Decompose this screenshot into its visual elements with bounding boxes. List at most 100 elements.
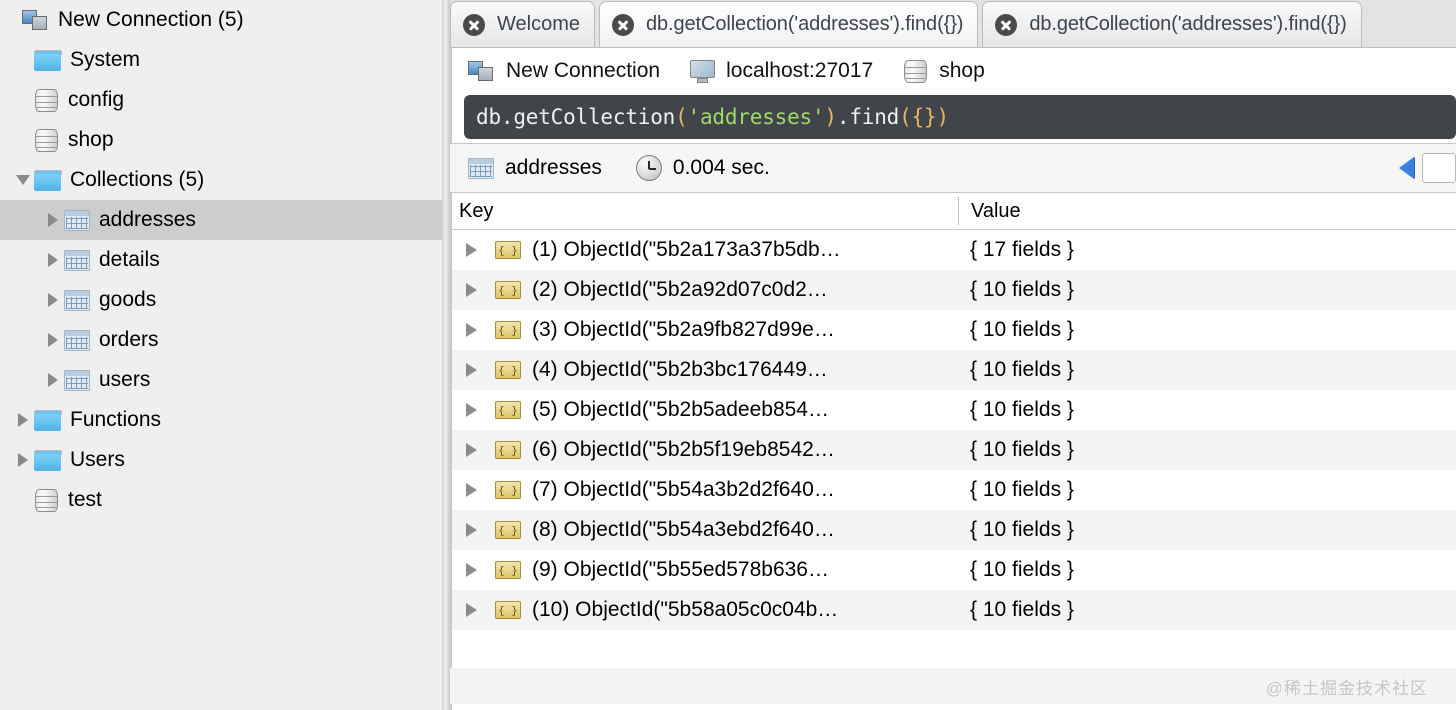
tab-query-1[interactable]: db.getCollection('addresses').find({}) <box>599 1 979 47</box>
query-token: ( <box>899 105 912 129</box>
chevron-right-icon[interactable] <box>42 360 64 400</box>
column-header-key[interactable]: Key <box>450 200 958 223</box>
prev-page-arrow-icon[interactable] <box>1399 157 1414 179</box>
row-key-label: (8) ObjectId("5b54a3ebd2f640… <box>532 517 835 541</box>
chevron-right-icon[interactable] <box>12 400 34 440</box>
breadcrumb-host-label: localhost:27017 <box>726 59 874 82</box>
table-body: { } (1) ObjectId("5b2a173a37b5db… { 17 fie… <box>450 230 1456 630</box>
result-timing: 0.004 sec. <box>635 155 770 181</box>
chevron-down-icon[interactable] <box>12 160 34 200</box>
sidebar-item-label: Users <box>70 447 125 471</box>
result-collection: addresses <box>468 156 602 180</box>
query-token: ) <box>824 105 837 129</box>
sidebar-item-label: config <box>68 87 125 111</box>
results-table: Key Value { } (1) ObjectId("5b2a173a37b5d… <box>450 193 1456 668</box>
sidebar-item-new-connection-5[interactable]: New Connection (5) <box>0 0 450 40</box>
table-row[interactable]: { } (2) ObjectId("5b2a92d07c0d2… { 10 fiel… <box>450 270 1456 310</box>
database-icon <box>34 487 59 514</box>
table-row[interactable]: { } (6) ObjectId("5b2b5f19eb8542… { 10 fie… <box>450 430 1456 470</box>
row-key-label: (6) ObjectId("5b2b5f19eb8542… <box>532 437 835 461</box>
page-number-input[interactable] <box>1422 153 1456 183</box>
row-value-label: { 10 fields } <box>970 358 1074 381</box>
table-row[interactable]: { } (8) ObjectId("5b54a3ebd2f640… { 10 fie… <box>450 510 1456 550</box>
sidebar-resize-handle[interactable] <box>442 0 450 710</box>
table-row[interactable]: { } (5) ObjectId("5b2b5adeeb854… { 10 fiel… <box>450 390 1456 430</box>
expand-arrow-icon[interactable] <box>466 243 477 257</box>
expand-arrow-icon[interactable] <box>466 483 477 497</box>
tab-query-2[interactable]: db.getCollection('addresses').find({}) <box>982 1 1362 47</box>
tab-welcome[interactable]: Welcome <box>450 1 595 47</box>
document-icon: { } <box>495 441 521 459</box>
row-key-label: (3) ObjectId("5b2a9fb827d99e… <box>532 317 835 341</box>
main-pane: Welcome db.getCollection('addresses').fin… <box>450 0 1456 710</box>
sidebar-item-functions[interactable]: Functions <box>0 400 450 440</box>
expand-arrow-icon[interactable] <box>466 403 477 417</box>
tab-bar[interactable]: Welcome db.getCollection('addresses').fin… <box>450 0 1456 48</box>
database-tree-sidebar[interactable]: New Connection (5) System config shop Collec… <box>0 0 450 710</box>
table-row[interactable]: { } (4) ObjectId("5b2b3bc176449… { 10 fiel… <box>450 350 1456 390</box>
table-row[interactable]: { } (3) ObjectId("5b2a9fb827d99e… { 10 fie… <box>450 310 1456 350</box>
close-icon[interactable] <box>612 13 634 36</box>
document-icon: { } <box>495 281 521 299</box>
folder-icon <box>34 449 62 471</box>
chevron-right-icon[interactable] <box>42 320 64 360</box>
sidebar-item-collections-5[interactable]: Collections (5) <box>0 160 450 200</box>
sidebar-item-goods[interactable]: goods <box>0 280 450 320</box>
tab-label: db.getCollection('addresses').find({}) <box>646 12 964 35</box>
column-header-value[interactable]: Value <box>958 197 1456 225</box>
twisty-placeholder <box>0 0 22 40</box>
row-key-label: (7) ObjectId("5b54a3b2d2f640… <box>532 477 835 501</box>
sidebar-item-label: users <box>99 367 151 391</box>
table-row[interactable]: { } (10) ObjectId("5b58a05c0c04b… { 10 fie… <box>450 590 1456 630</box>
twisty-placeholder <box>12 40 34 80</box>
document-icon: { } <box>495 561 521 579</box>
breadcrumb-connection[interactable]: New Connection <box>468 59 660 84</box>
breadcrumb-host[interactable]: localhost:27017 <box>690 59 874 84</box>
chevron-right-icon[interactable] <box>42 200 64 240</box>
expand-arrow-icon[interactable] <box>466 523 477 537</box>
breadcrumb-database[interactable]: shop <box>903 58 985 85</box>
sidebar-item-shop[interactable]: shop <box>0 120 450 160</box>
row-value-label: { 10 fields } <box>970 478 1074 501</box>
sidebar-item-label: shop <box>68 127 114 151</box>
database-icon <box>34 127 59 154</box>
sidebar-item-config[interactable]: config <box>0 80 450 120</box>
tab-label: Welcome <box>497 12 580 35</box>
sidebar-item-addresses[interactable]: addresses <box>0 200 450 240</box>
table-row[interactable]: { } (1) ObjectId("5b2a173a37b5db… { 17 fie… <box>450 230 1456 270</box>
sidebar-item-label: Functions <box>70 407 162 431</box>
chevron-right-icon[interactable] <box>42 280 64 320</box>
query-input[interactable]: db.getCollection('addresses') .find({}) <box>464 95 1456 139</box>
sidebar-item-system[interactable]: System <box>0 40 450 80</box>
expand-arrow-icon[interactable] <box>466 563 477 577</box>
table-row[interactable]: { } (7) ObjectId("5b54a3b2d2f640… { 10 fie… <box>450 470 1456 510</box>
sidebar-item-users[interactable]: Users <box>0 440 450 480</box>
result-collection-label: addresses <box>505 156 602 179</box>
expand-arrow-icon[interactable] <box>466 283 477 297</box>
sidebar-item-users[interactable]: users <box>0 360 450 400</box>
expand-arrow-icon[interactable] <box>466 443 477 457</box>
close-icon[interactable] <box>463 13 485 36</box>
chevron-right-icon[interactable] <box>42 240 64 280</box>
table-row[interactable]: { } (9) ObjectId("5b55ed578b636… { 10 fiel… <box>450 550 1456 590</box>
twisty-placeholder <box>12 120 34 160</box>
app-window: New Connection (5) System config shop Collec… <box>0 0 1456 710</box>
table-header-row: Key Value <box>450 193 1456 230</box>
cell-value: { 10 fields } <box>958 558 1456 582</box>
query-editor-container: db.getCollection('addresses') .find({}) <box>450 95 1456 143</box>
query-token: {} <box>911 105 937 129</box>
chevron-right-icon[interactable] <box>12 440 34 480</box>
row-value-label: { 10 fields } <box>970 558 1074 581</box>
sidebar-item-test[interactable]: test <box>0 480 450 520</box>
row-value-label: { 10 fields } <box>970 318 1074 341</box>
database-icon <box>903 58 928 85</box>
sidebar-item-details[interactable]: details <box>0 240 450 280</box>
document-icon: { } <box>495 601 521 619</box>
close-icon[interactable] <box>995 13 1018 36</box>
sidebar-item-orders[interactable]: orders <box>0 320 450 360</box>
expand-arrow-icon[interactable] <box>466 603 477 617</box>
expand-arrow-icon[interactable] <box>466 363 477 377</box>
cell-value: { 10 fields } <box>958 318 1456 342</box>
sidebar-item-label: orders <box>99 327 159 351</box>
expand-arrow-icon[interactable] <box>466 323 477 337</box>
